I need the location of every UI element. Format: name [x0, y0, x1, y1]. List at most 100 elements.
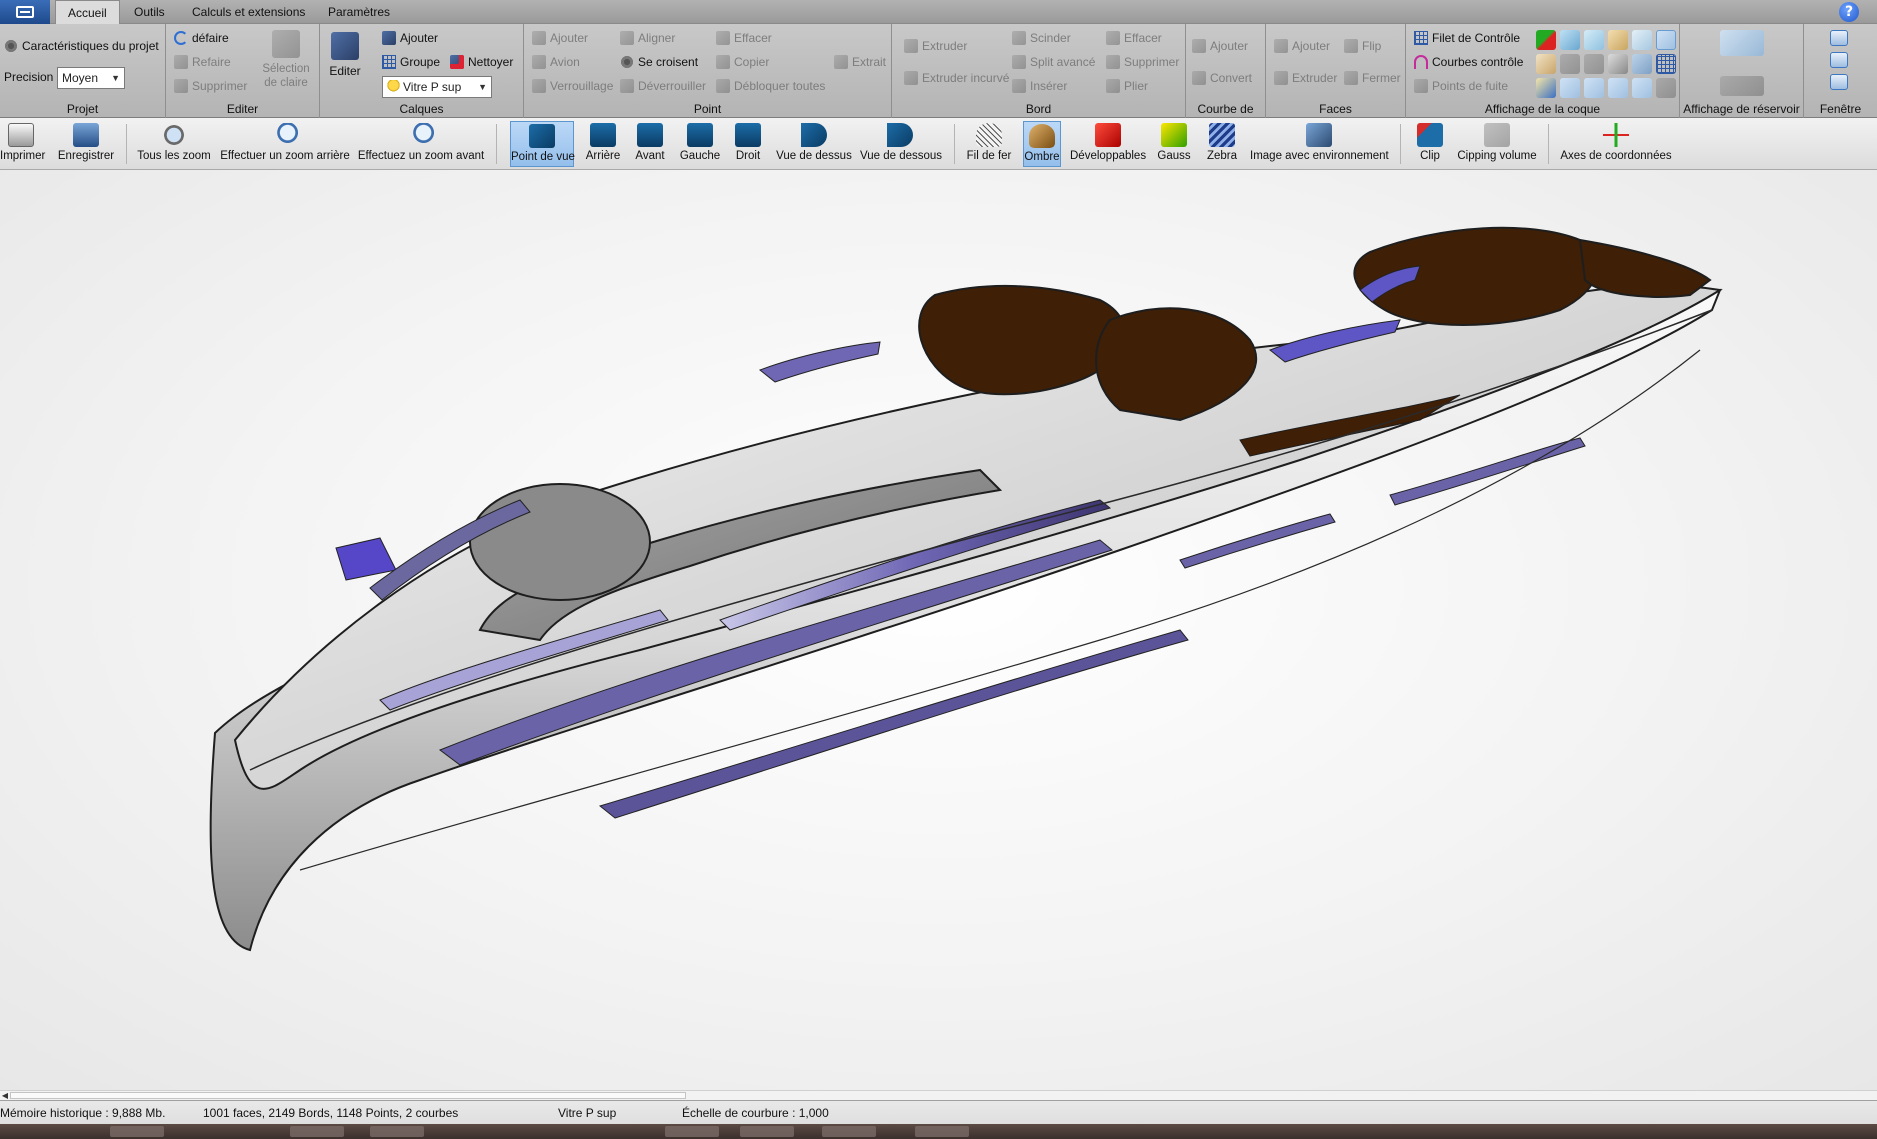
display-mat-icon[interactable]	[1536, 54, 1556, 74]
display-flow-icon[interactable]	[1656, 78, 1676, 98]
tank-options-icon[interactable]	[1720, 76, 1764, 96]
taskbar-item[interactable]	[915, 1126, 969, 1137]
point-plane-button[interactable]: Avion	[530, 52, 580, 72]
layer-add-button[interactable]: Ajouter	[380, 28, 438, 48]
taskbar-item[interactable]	[370, 1126, 424, 1137]
point-copy-button[interactable]: Copier	[714, 52, 769, 72]
shaded-button[interactable]: Ombre	[1023, 121, 1061, 167]
display-shade-icon[interactable]	[1560, 30, 1580, 50]
clip-button[interactable]: Clip	[1412, 121, 1448, 167]
zoom-in-button[interactable]: Effectuez un zoom avant	[357, 121, 485, 167]
face-extrude-button[interactable]: Extruder	[1272, 68, 1337, 88]
tab-outils[interactable]: Outils	[122, 0, 177, 24]
view-top-button[interactable]: Vue de dessus	[776, 121, 852, 167]
face-add-button[interactable]: Ajouter	[1272, 36, 1330, 56]
tank-view-icon[interactable]	[1720, 30, 1764, 56]
delete-button[interactable]: Supprimer	[172, 76, 247, 96]
point-add-button[interactable]: Ajouter	[530, 28, 588, 48]
layer-select[interactable]: Vitre P sup ▼	[382, 76, 492, 98]
control-net-button[interactable]: Filet de Contrôle	[1412, 28, 1520, 48]
display-plane-icon[interactable]	[1632, 54, 1652, 74]
display-colors-icon[interactable]	[1536, 30, 1556, 50]
group-title-courbe: Courbe de	[1197, 102, 1254, 116]
point-erase-button[interactable]: Effacer	[714, 28, 772, 48]
tab-calculs[interactable]: Calculs et extensions	[180, 0, 317, 24]
edge-insert-button[interactable]: Insérer	[1010, 76, 1067, 96]
zebra-button[interactable]: Zebra	[1202, 121, 1242, 167]
wireframe-button[interactable]: Fil de fer	[966, 121, 1012, 167]
precision-select[interactable]: Moyen ▼	[57, 67, 125, 89]
display-print-icon[interactable]	[1608, 54, 1628, 74]
view-right-button[interactable]: Droit	[730, 121, 766, 167]
cascade-window-icon[interactable]	[1830, 74, 1848, 90]
horizontal-scrollbar[interactable]: ◀	[0, 1090, 1877, 1100]
clipping-volume-button[interactable]: Cipping volume	[1456, 121, 1538, 167]
display-grid-icon[interactable]	[1656, 54, 1676, 74]
taskbar-item[interactable]	[290, 1126, 344, 1137]
point-lock-button[interactable]: Verrouillage	[530, 76, 613, 96]
point-intersect-button[interactable]: Se croisent	[618, 52, 698, 72]
app-menu-button[interactable]	[0, 0, 50, 24]
face-close-button[interactable]: Fermer	[1342, 68, 1401, 88]
layer-group-button[interactable]: Groupe	[380, 52, 440, 72]
point-align-button[interactable]: Aligner	[618, 28, 675, 48]
display-stations-icon[interactable]	[1584, 78, 1604, 98]
zoom-out-button[interactable]: Effectuer un zoom arrière	[220, 121, 350, 167]
edge-split-button[interactable]: Scinder	[1010, 28, 1071, 48]
tab-parametres[interactable]: Paramètres	[316, 0, 402, 24]
view-bottom-button[interactable]: Vue de dessous	[860, 121, 942, 167]
selection-button[interactable]: Sélection de claire	[258, 30, 314, 90]
gauss-button[interactable]: Gauss	[1154, 121, 1194, 167]
view-front-button[interactable]: Avant	[632, 121, 668, 167]
edge-split-advanced-button[interactable]: Split avancé	[1010, 52, 1095, 72]
tab-accueil[interactable]: Accueil	[55, 0, 120, 25]
taskbar-item[interactable]	[822, 1126, 876, 1137]
help-icon[interactable]: ?	[1839, 2, 1859, 22]
display-section-icon[interactable]	[1560, 78, 1580, 98]
edge-extrude-curved-button[interactable]: Extruder incurvé	[902, 68, 1009, 88]
axes-button[interactable]: Axes de coordonnées	[1560, 121, 1672, 167]
layer-edit-button[interactable]: Editer	[326, 32, 364, 78]
zoom-all-button[interactable]: Tous les zoom	[136, 121, 212, 167]
taskbar-item[interactable]	[740, 1126, 794, 1137]
taskbar-item[interactable]	[665, 1126, 719, 1137]
edge-erase-button[interactable]: Effacer	[1104, 28, 1162, 48]
display-wood-icon[interactable]	[1608, 30, 1628, 50]
layer-clean-button[interactable]: Nettoyer	[448, 52, 513, 72]
new-window-icon[interactable]	[1830, 30, 1848, 46]
point-unlock-all-button[interactable]: Débloquer toutes	[714, 76, 825, 96]
edge-delete-button[interactable]: Supprimer	[1104, 52, 1179, 72]
edge-fold-button[interactable]: Plier	[1104, 76, 1148, 96]
3d-viewport[interactable]	[0, 170, 1877, 1090]
control-curves-button[interactable]: Courbes contrôle	[1412, 52, 1523, 72]
curve-convert-button[interactable]: Convert	[1190, 68, 1252, 88]
point-unlock-button[interactable]: Déverrouiller	[618, 76, 706, 96]
view-perspective-button[interactable]: Point de vue	[510, 121, 575, 167]
display-butt-icon[interactable]	[1608, 78, 1628, 98]
display-tank-icon[interactable]	[1656, 30, 1676, 50]
view-back-button[interactable]: Arrière	[582, 121, 624, 167]
taskbar-item[interactable]	[110, 1126, 164, 1137]
view-left-button[interactable]: Gauche	[678, 121, 722, 167]
undo-button[interactable]: défaire	[172, 28, 229, 48]
environment-image-button[interactable]: Image avec environnement	[1250, 121, 1389, 167]
tile-window-icon[interactable]	[1830, 52, 1848, 68]
save-button[interactable]: Enregistrer	[54, 121, 118, 167]
precision-label: Precision	[4, 70, 54, 84]
developables-button[interactable]: Développables	[1070, 121, 1146, 167]
display-wire-icon[interactable]	[1584, 30, 1604, 50]
face-flip-button[interactable]: Flip	[1342, 36, 1381, 56]
display-hull-icon[interactable]	[1632, 30, 1652, 50]
print-button[interactable]: Imprimer	[0, 121, 45, 167]
curve-add-button[interactable]: Ajouter	[1190, 36, 1248, 56]
project-characteristics-button[interactable]: Caractéristiques du projet	[2, 36, 159, 56]
redo-button[interactable]: Refaire	[172, 52, 231, 72]
display-points-icon[interactable]	[1584, 54, 1604, 74]
point-extract-button[interactable]: Extrait	[832, 52, 886, 72]
scrollbar-thumb[interactable]	[10, 1092, 686, 1099]
edge-extrude-button[interactable]: Extruder	[902, 36, 967, 56]
display-env-icon[interactable]	[1536, 78, 1556, 98]
vanishing-points-button[interactable]: Points de fuite	[1412, 76, 1508, 96]
display-arrow-icon[interactable]	[1560, 54, 1580, 74]
display-diag-icon[interactable]	[1632, 78, 1652, 98]
